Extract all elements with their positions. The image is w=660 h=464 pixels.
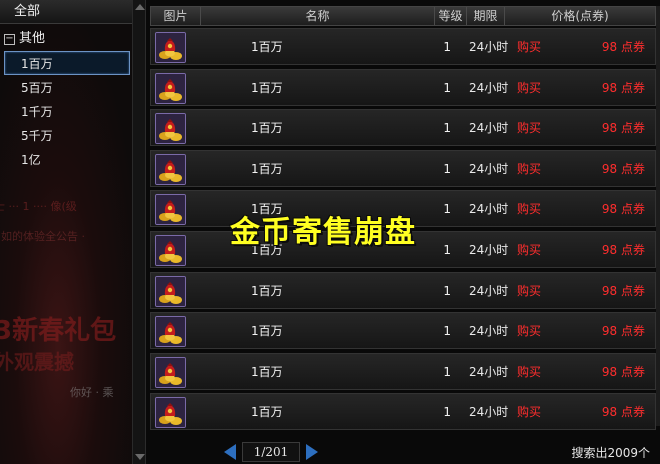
buy-button[interactable]: 购买 bbox=[517, 313, 541, 350]
table-row[interactable]: 1百万 1 24小时 购买 98 点券 bbox=[150, 312, 656, 350]
result-count: 搜索出2009个 bbox=[571, 446, 650, 460]
header-image[interactable]: 图片 bbox=[151, 7, 201, 25]
item-name: 1百万 bbox=[251, 80, 283, 95]
sidebar-scrollbar[interactable] bbox=[132, 0, 145, 464]
gold-coin-bag-icon bbox=[155, 72, 186, 104]
item-name: 1百万 bbox=[251, 40, 283, 54]
item-time-limit: 24小时 bbox=[469, 161, 509, 176]
table-row[interactable]: 1百万 1 24小时 购买 98 点券 bbox=[150, 393, 656, 431]
item-time-limit: 24小时 bbox=[469, 364, 509, 379]
item-price: 98 点券 bbox=[601, 364, 645, 379]
category-item-5m[interactable]: 5百万 bbox=[4, 75, 130, 99]
item-price: 98 点券 bbox=[601, 324, 645, 339]
item-price: 98 点券 bbox=[601, 283, 645, 298]
item-level: 1 bbox=[443, 80, 451, 95]
table-row[interactable]: 1百万 1 24小时 购买 98 点券 bbox=[150, 109, 656, 147]
item-price: 98 点券 bbox=[601, 80, 645, 95]
item-price: 98 点券 bbox=[601, 121, 645, 136]
next-page-button[interactable] bbox=[306, 444, 318, 460]
category-all[interactable]: 全部 bbox=[0, 0, 132, 24]
category-group-label: 其他 bbox=[19, 31, 46, 46]
category-item-10m[interactable]: 1千万 bbox=[4, 99, 130, 123]
table-row[interactable]: 1百万 1 24小时 购买 98 点券 bbox=[150, 149, 656, 188]
background-art: 外观震撼 bbox=[0, 350, 74, 374]
gold-coin-bag-icon bbox=[155, 234, 186, 266]
scroll-up-icon[interactable] bbox=[135, 4, 145, 10]
gold-coin-bag-icon bbox=[155, 32, 186, 63]
item-time-limit: 24小时 bbox=[469, 40, 509, 54]
item-level: 1 bbox=[443, 283, 451, 298]
item-name: 1百万 bbox=[251, 364, 283, 379]
buy-button[interactable]: 购买 bbox=[517, 151, 541, 188]
item-price: 98 点券 bbox=[601, 405, 645, 420]
item-time-limit: 24小时 bbox=[469, 121, 509, 136]
category-item-100m[interactable]: 1亿 bbox=[4, 147, 130, 171]
item-level: 1 bbox=[443, 324, 451, 339]
buy-button[interactable]: 购买 bbox=[517, 191, 541, 228]
gold-coin-bag-icon bbox=[155, 356, 186, 388]
buy-button[interactable]: 购买 bbox=[517, 29, 541, 66]
buy-button[interactable]: 购买 bbox=[517, 232, 541, 269]
category-group-other[interactable]: − 其他 bbox=[4, 29, 45, 49]
item-level: 1 bbox=[443, 121, 451, 136]
background-art: 士 ··· 1 ···· 像(级 bbox=[0, 200, 77, 213]
background-art: · 如的体验全公告 · bbox=[0, 230, 85, 243]
buy-button[interactable]: 购买 bbox=[517, 273, 541, 310]
header-name[interactable]: 名称 bbox=[201, 7, 435, 25]
item-level: 1 bbox=[443, 242, 451, 257]
table-header: 图片 名称 等级 期限 价格(点券) bbox=[150, 6, 656, 26]
gold-coin-bag-icon bbox=[155, 153, 186, 185]
table-row[interactable]: 1百万 1 24小时 购买 98 点券 bbox=[150, 271, 656, 310]
category-item-1m[interactable]: 1百万 bbox=[4, 51, 130, 75]
prev-page-button[interactable] bbox=[224, 444, 236, 460]
page-indicator: 1/201 bbox=[242, 442, 300, 462]
item-price: 98 点券 bbox=[601, 242, 645, 257]
table-row[interactable]: 1百万 1 24小时 购买 98 点券 bbox=[150, 68, 656, 107]
category-panel: 士 ··· 1 ···· 像(级 · 如的体验全公告 · 3新春礼包 外观震撼 … bbox=[0, 0, 146, 464]
listing-scrollbar[interactable] bbox=[656, 6, 660, 426]
gold-coin-bag-icon bbox=[155, 275, 186, 307]
table-row[interactable]: 1百万 1 24小时 购买 98 点券 bbox=[150, 28, 656, 65]
category-item-50m[interactable]: 5千万 bbox=[4, 123, 130, 147]
scroll-down-icon[interactable] bbox=[135, 454, 145, 460]
buy-button[interactable]: 购买 bbox=[517, 354, 541, 391]
header-time-limit[interactable]: 期限 bbox=[467, 7, 505, 25]
buy-button[interactable]: 购买 bbox=[517, 110, 541, 147]
collapse-icon[interactable]: − bbox=[4, 33, 15, 45]
item-time-limit: 24小时 bbox=[469, 405, 509, 420]
item-level: 1 bbox=[443, 364, 451, 379]
category-list: 1百万 5百万 1千万 5千万 1亿 bbox=[4, 51, 130, 171]
item-price: 98 点券 bbox=[601, 161, 645, 176]
background-art: 你好 · 乘 bbox=[70, 386, 114, 399]
item-level: 1 bbox=[443, 40, 451, 54]
gold-coin-bag-icon bbox=[155, 397, 186, 429]
item-price: 98 点券 bbox=[601, 40, 645, 54]
item-price: 98 点券 bbox=[601, 202, 645, 217]
item-name: 1百万 bbox=[251, 405, 283, 420]
item-name: 1百万 bbox=[251, 161, 283, 176]
item-name: 1百万 bbox=[251, 324, 283, 339]
pager: 1/201 bbox=[224, 442, 318, 462]
item-time-limit: 24小时 bbox=[469, 202, 509, 217]
item-time-limit: 24小时 bbox=[469, 324, 509, 339]
item-name: 1百万 bbox=[251, 121, 283, 136]
item-level: 1 bbox=[443, 405, 451, 420]
gold-coin-bag-icon bbox=[155, 316, 186, 348]
item-level: 1 bbox=[443, 161, 451, 176]
header-level[interactable]: 等级 bbox=[435, 7, 467, 25]
gold-coin-bag-icon bbox=[155, 194, 186, 226]
background-art: 3新春礼包 bbox=[0, 316, 117, 346]
buy-button[interactable]: 购买 bbox=[517, 394, 541, 431]
overlay-caption: 金币寄售崩盘 bbox=[230, 215, 416, 250]
buy-button[interactable]: 购买 bbox=[517, 70, 541, 107]
item-time-limit: 24小时 bbox=[469, 242, 509, 257]
table-row[interactable]: 1百万 1 24小时 购买 98 点券 bbox=[150, 352, 656, 391]
item-name: 1百万 bbox=[251, 283, 283, 298]
header-price[interactable]: 价格(点券) bbox=[505, 7, 655, 25]
item-level: 1 bbox=[443, 202, 451, 217]
item-time-limit: 24小时 bbox=[469, 80, 509, 95]
item-time-limit: 24小时 bbox=[469, 283, 509, 298]
gold-coin-bag-icon bbox=[155, 113, 186, 145]
